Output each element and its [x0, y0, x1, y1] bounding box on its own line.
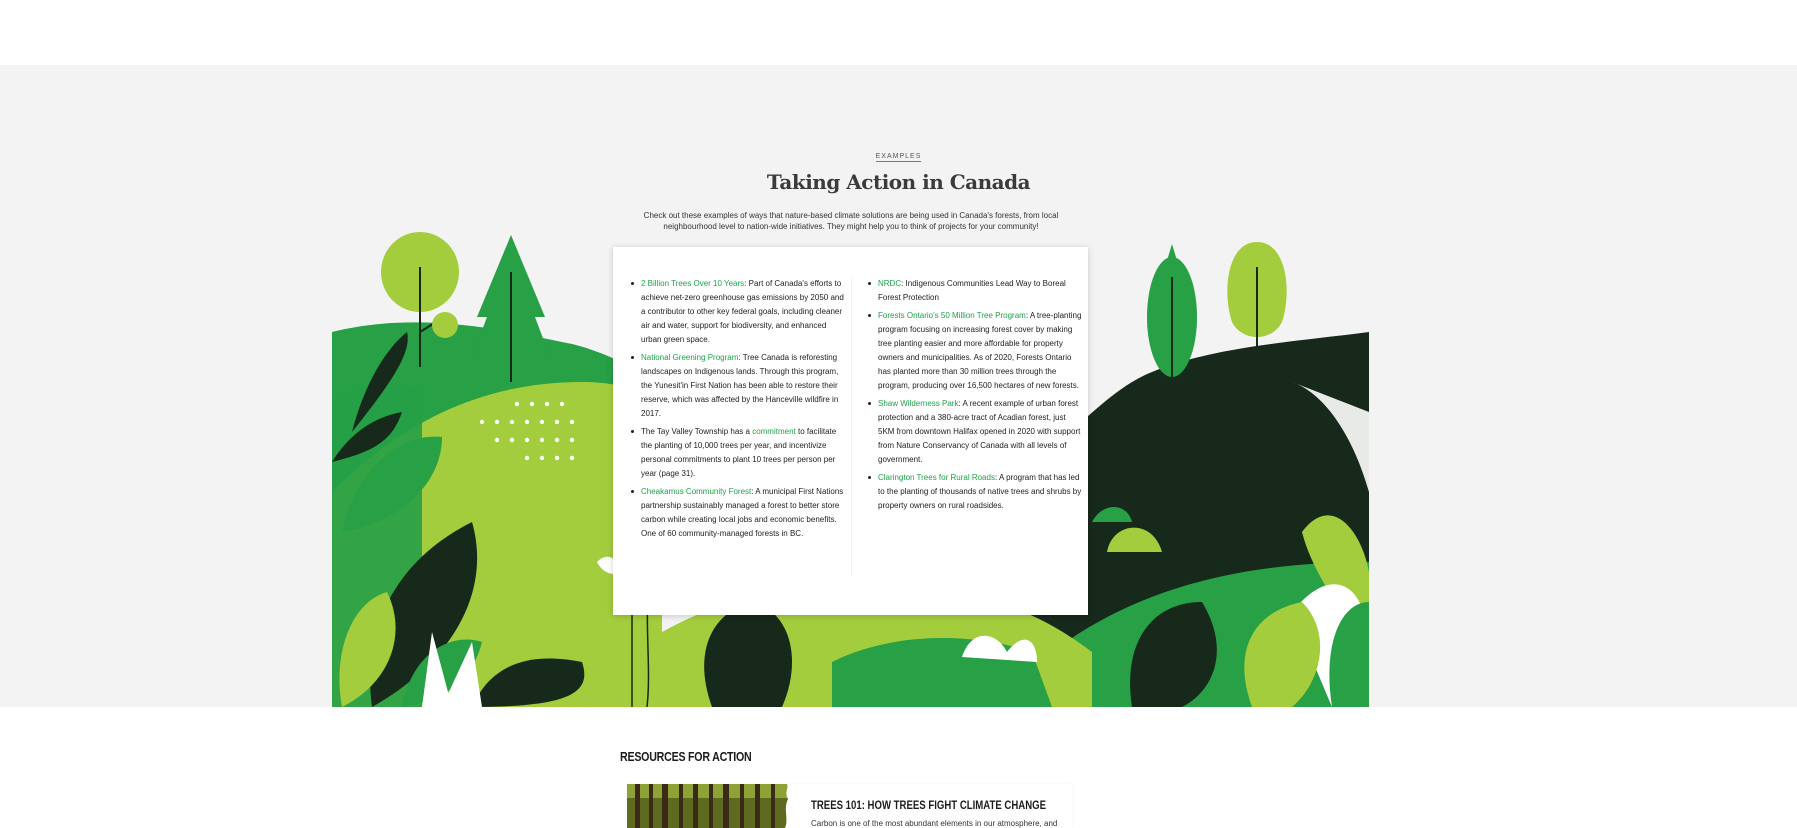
resources-heading: RESOURCES FOR ACTION	[620, 749, 752, 764]
examples-left-column: 2 Billion Trees Over 10 Years: Part of C…	[631, 277, 846, 545]
resource-card-description: Carbon is one of the most abundant eleme…	[811, 819, 1058, 828]
list-item: Cheakamus Community Forest: A municipal …	[631, 485, 846, 541]
example-link[interactable]: National Greening Program	[641, 353, 738, 362]
section-title: Taking Action in Canada	[766, 170, 1031, 194]
examples-card: 2 Billion Trees Over 10 Years: Part of C…	[613, 247, 1088, 615]
resource-card-title[interactable]: TREES 101: HOW TREES FIGHT CLIMATE CHANG…	[811, 798, 1046, 812]
resource-thumbnail	[627, 784, 793, 828]
examples-right-column: NRDC: Indigenous Communities Lead Way to…	[868, 277, 1083, 517]
example-link[interactable]: NRDC	[878, 279, 901, 288]
list-item: NRDC: Indigenous Communities Lead Way to…	[868, 277, 1083, 305]
example-link[interactable]: commitment	[752, 427, 796, 436]
list-item: 2 Billion Trees Over 10 Years: Part of C…	[631, 277, 846, 347]
section-intro: Check out these examples of ways that na…	[643, 211, 1059, 231]
list-item: Forests Ontario's 50 Million Tree Progra…	[868, 309, 1083, 393]
list-item: The Tay Valley Township has a commitment…	[631, 425, 846, 481]
example-link[interactable]: 2 Billion Trees Over 10 Years	[641, 279, 744, 288]
list-item: Shaw Wilderness Park: A recent example o…	[868, 397, 1083, 467]
column-divider	[851, 277, 852, 577]
resource-card[interactable]: TREES 101: HOW TREES FIGHT CLIMATE CHANG…	[627, 784, 1072, 828]
example-link[interactable]: Forests Ontario's 50 Million Tree Progra…	[878, 311, 1026, 320]
example-link[interactable]: Cheakamus Community Forest	[641, 487, 751, 496]
list-item: Clarington Trees for Rural Roads: A prog…	[868, 471, 1083, 513]
section-eyebrow: EXAMPLES	[875, 153, 922, 162]
example-link[interactable]: Clarington Trees for Rural Roads	[878, 473, 995, 482]
example-link[interactable]: Shaw Wilderness Park	[878, 399, 958, 408]
list-item: National Greening Program: Tree Canada i…	[631, 351, 846, 421]
